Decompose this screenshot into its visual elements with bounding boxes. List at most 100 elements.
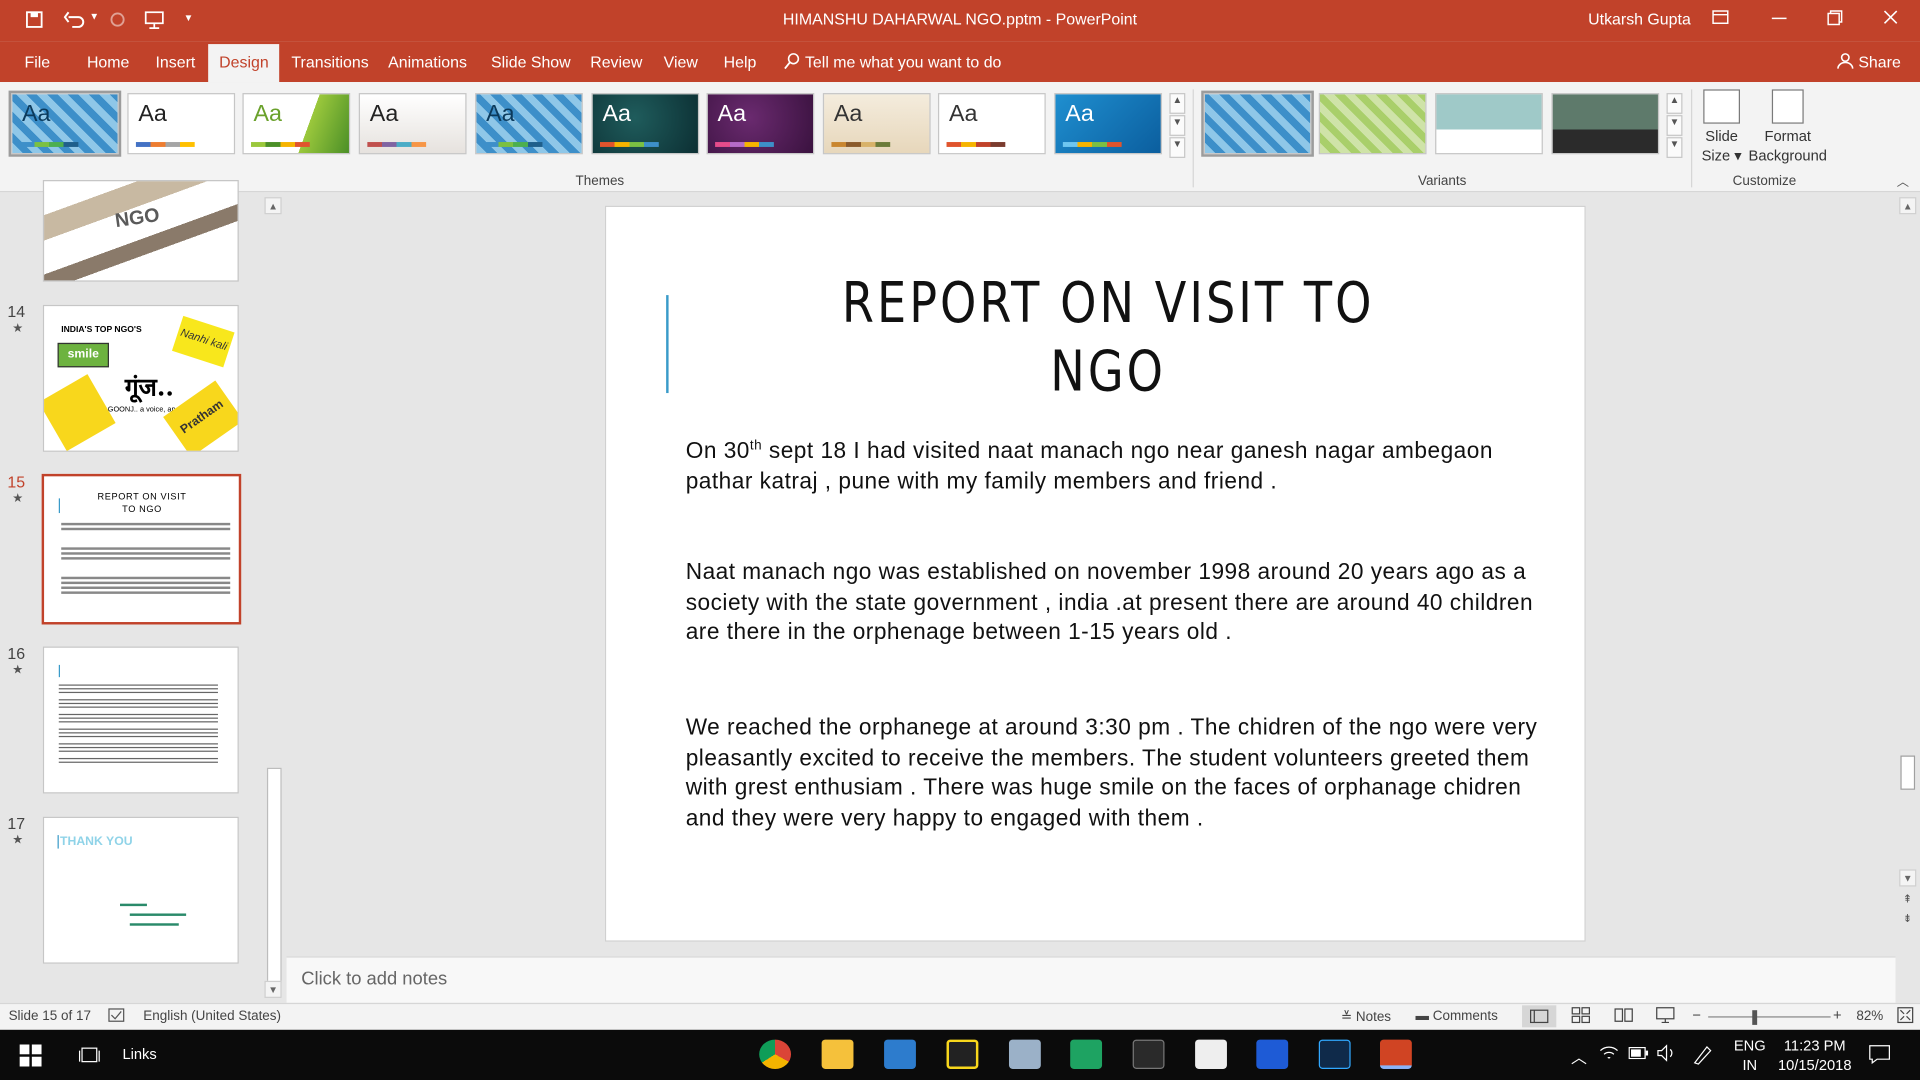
action-center-icon[interactable]: [1869, 1043, 1891, 1069]
format-background-button[interactable]: Format Background: [1747, 89, 1828, 165]
scroll-up-arrow[interactable]: ▲: [264, 197, 282, 215]
theme-thumb-4[interactable]: Aa: [358, 93, 467, 155]
share-button[interactable]: Share: [1837, 53, 1901, 71]
windows-start-icon[interactable]: [19, 1044, 42, 1072]
zoom-slider-thumb[interactable]: [1752, 1010, 1758, 1025]
slide-thumbnail-17[interactable]: THANK YOU: [42, 816, 239, 964]
spelling-check-icon[interactable]: [108, 1008, 125, 1026]
tab-design[interactable]: Design: [208, 44, 280, 83]
ribbon-display-options-icon[interactable]: [1711, 7, 1731, 30]
tab-help[interactable]: Help: [724, 53, 757, 71]
app-icon-green[interactable]: [1070, 1039, 1103, 1069]
variants-scroll-up[interactable]: ▲: [1666, 93, 1683, 114]
tab-home[interactable]: Home: [87, 53, 129, 71]
variant-thumb-4[interactable]: [1551, 93, 1660, 155]
notes-toggle[interactable]: ≚ Notes: [1341, 1009, 1391, 1025]
tab-slide-show[interactable]: Slide Show: [491, 53, 571, 71]
app-icon-gray[interactable]: [1008, 1039, 1041, 1069]
themes-scroll-down[interactable]: ▼: [1169, 115, 1186, 136]
comments-toggle[interactable]: ▬ Comments: [1416, 1009, 1498, 1024]
volume-icon[interactable]: [1657, 1044, 1677, 1065]
variants-scroll-down[interactable]: ▼: [1666, 115, 1683, 136]
slide-show-button[interactable]: [1656, 1007, 1676, 1028]
slide-thumbnail-14[interactable]: INDIA'S TOP NGO'S smile Nanhi kali गूंज.…: [42, 304, 239, 452]
slide-thumbnail-15[interactable]: REPORT ON VISIT TO NGO: [41, 473, 242, 625]
input-language[interactable]: ENG IN: [1734, 1036, 1766, 1075]
variant-thumb-2[interactable]: [1318, 93, 1427, 155]
tell-me-search[interactable]: Tell me what you want to do: [784, 53, 1001, 71]
slide-scrollbar[interactable]: ▲ ▼ ⇞ ⇟: [1896, 192, 1920, 957]
zoom-out-button[interactable]: −: [1692, 1007, 1701, 1024]
slide-thumbnail-13[interactable]: NGO: [42, 180, 239, 282]
battery-icon[interactable]: [1628, 1046, 1649, 1063]
search-app-icon[interactable]: [1256, 1039, 1289, 1069]
variants-more-button[interactable]: ▼: [1666, 137, 1683, 158]
restore-icon[interactable]: [1826, 7, 1843, 30]
chrome-icon[interactable]: [759, 1039, 792, 1069]
slide-sorter-button[interactable]: [1571, 1007, 1591, 1028]
slide-title[interactable]: REPORT ON VISIT TO NGO: [757, 268, 1460, 405]
account-name[interactable]: Utkarsh Gupta: [1588, 10, 1691, 28]
thumbnail-scrollbar[interactable]: ▲ ▼: [264, 192, 285, 1003]
slide-size-label: Slide: [1705, 127, 1738, 145]
mail-envelope-icon[interactable]: [1195, 1039, 1227, 1069]
epic-games-icon[interactable]: [1132, 1039, 1165, 1069]
theme-thumb-7[interactable]: Aa: [706, 93, 815, 155]
scroll-up-arrow[interactable]: ▲: [1899, 197, 1917, 215]
paragraph-3[interactable]: We reached the orphanege at around 3:30 …: [686, 713, 1549, 833]
show-hidden-icons[interactable]: ︿: [1571, 1044, 1587, 1067]
fit-to-window-button[interactable]: [1897, 1007, 1914, 1028]
pen-workspace-icon[interactable]: [1692, 1043, 1714, 1069]
theme-thumb-8[interactable]: Aa: [822, 93, 931, 155]
task-view-icon[interactable]: [78, 1044, 100, 1072]
powerpoint-icon[interactable]: [1380, 1039, 1412, 1069]
app-icon-yellow[interactable]: [946, 1039, 979, 1069]
theme-thumb-5[interactable]: Aa: [475, 93, 583, 155]
slide-number-15: 15: [7, 472, 26, 492]
themes-more-button[interactable]: ▼: [1169, 137, 1186, 158]
current-slide[interactable]: REPORT ON VISIT TO NGO On 30th sept 18 I…: [604, 205, 1586, 942]
file-explorer-icon[interactable]: [821, 1039, 854, 1069]
notes-pane[interactable]: Click to add notes: [286, 956, 1896, 1003]
theme-thumb-6[interactable]: Aa: [591, 93, 700, 155]
theme-thumb-1[interactable]: Aa: [8, 90, 122, 157]
tab-insert[interactable]: Insert: [156, 53, 196, 71]
variant-thumb-3[interactable]: [1435, 93, 1543, 155]
scrollbar-thumb[interactable]: [1900, 755, 1916, 790]
clock[interactable]: 11:23 PM 10/15/2018: [1778, 1036, 1852, 1075]
scroll-down-arrow[interactable]: ▼: [1899, 869, 1917, 887]
slide-thumbnail-16[interactable]: [42, 646, 239, 794]
zoom-level[interactable]: 82%: [1856, 1009, 1883, 1024]
paragraph-1[interactable]: On 30th sept 18 I had visited naat manac…: [686, 431, 1549, 496]
themes-scroll-up[interactable]: ▲: [1169, 93, 1186, 114]
collapse-ribbon-icon[interactable]: ︿: [1897, 171, 1909, 189]
photoshop-icon[interactable]: [1318, 1039, 1351, 1069]
wifi-icon[interactable]: [1599, 1044, 1619, 1065]
reading-view-button[interactable]: [1614, 1007, 1634, 1028]
zoom-in-button[interactable]: +: [1833, 1007, 1842, 1024]
mail-app-icon[interactable]: [884, 1039, 916, 1069]
scrollbar-thumb[interactable]: [266, 767, 282, 984]
language-indicator[interactable]: English (United States): [143, 1009, 281, 1024]
theme-thumb-3[interactable]: Aa: [242, 93, 351, 155]
minimize-icon[interactable]: [1771, 7, 1788, 30]
slide-size-button[interactable]: Slide Size ▾: [1698, 89, 1745, 165]
tab-animations[interactable]: Animations: [388, 53, 467, 71]
close-icon[interactable]: [1882, 7, 1899, 30]
links-toolbar[interactable]: Links: [122, 1046, 156, 1063]
next-slide-icon[interactable]: ⇟: [1903, 912, 1912, 925]
notes-placeholder[interactable]: Click to add notes: [301, 969, 447, 990]
tab-view[interactable]: View: [664, 53, 698, 71]
theme-thumb-9[interactable]: Aa: [937, 93, 1046, 155]
tab-transitions[interactable]: Transitions: [291, 53, 368, 71]
theme-thumb-10[interactable]: Aa: [1054, 93, 1163, 155]
paragraph-2[interactable]: Naat manach ngo was established on novem…: [686, 557, 1549, 647]
variant-thumb-1[interactable]: [1201, 90, 1314, 157]
tab-review[interactable]: Review: [590, 53, 642, 71]
scroll-down-arrow[interactable]: ▼: [264, 980, 282, 998]
theme-thumb-2[interactable]: Aa: [127, 93, 236, 155]
normal-view-button[interactable]: [1522, 1005, 1557, 1028]
previous-slide-icon[interactable]: ⇞: [1903, 893, 1912, 906]
tab-file[interactable]: File: [24, 53, 50, 71]
zoom-slider[interactable]: [1708, 1016, 1831, 1018]
